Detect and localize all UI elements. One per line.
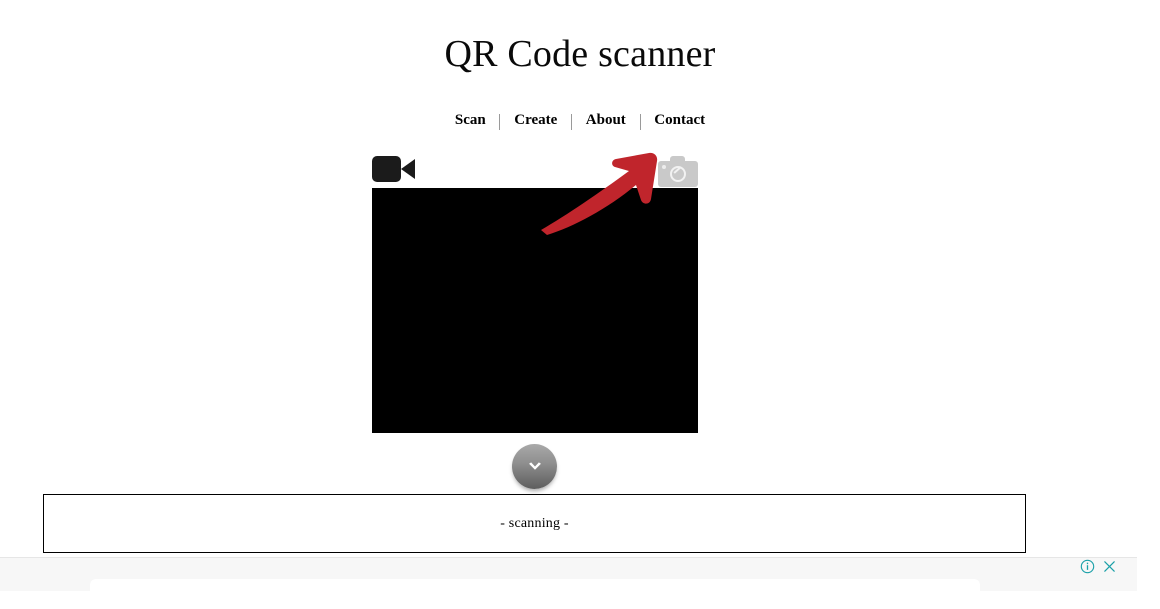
video-camera-icon[interactable] — [372, 156, 418, 182]
nav-separator — [571, 113, 573, 130]
ad-right-padding — [1137, 557, 1160, 590]
close-icon-cross — [1104, 561, 1115, 572]
scan-status-text: - scanning - — [500, 515, 569, 531]
camera-video-feed[interactable] — [372, 188, 698, 433]
scan-result-box[interactable]: - scanning - — [43, 494, 1026, 553]
main-navigation: Scan Create About Contact — [0, 108, 1160, 131]
video-camera-lens — [401, 159, 415, 179]
photo-camera-icon[interactable] — [658, 156, 698, 187]
nav-link-create[interactable]: Create — [505, 109, 566, 131]
scanner-toolbar — [372, 148, 698, 188]
scanner-panel — [372, 148, 698, 188]
nav-link-scan[interactable]: Scan — [446, 109, 495, 131]
ad-content-card[interactable] — [90, 579, 980, 609]
camera-flash-dot — [662, 165, 666, 169]
page-title: QR Code scanner — [444, 33, 716, 75]
nav-link-contact[interactable]: Contact — [645, 109, 714, 131]
expand-results-button[interactable] — [512, 444, 557, 489]
video-camera-body — [372, 156, 401, 182]
chevron-down-icon — [528, 461, 541, 470]
ad-controls — [1080, 559, 1117, 574]
close-icon[interactable] — [1102, 559, 1117, 574]
nav-separator — [639, 113, 641, 130]
info-icon-dot — [1086, 562, 1089, 565]
info-icon[interactable] — [1080, 559, 1095, 574]
nav-link-about[interactable]: About — [577, 109, 635, 131]
chevron-down-glyph — [528, 461, 541, 470]
info-icon-stem — [1086, 565, 1089, 570]
ad-banner-region — [0, 557, 1137, 609]
nav-separator — [499, 113, 501, 130]
